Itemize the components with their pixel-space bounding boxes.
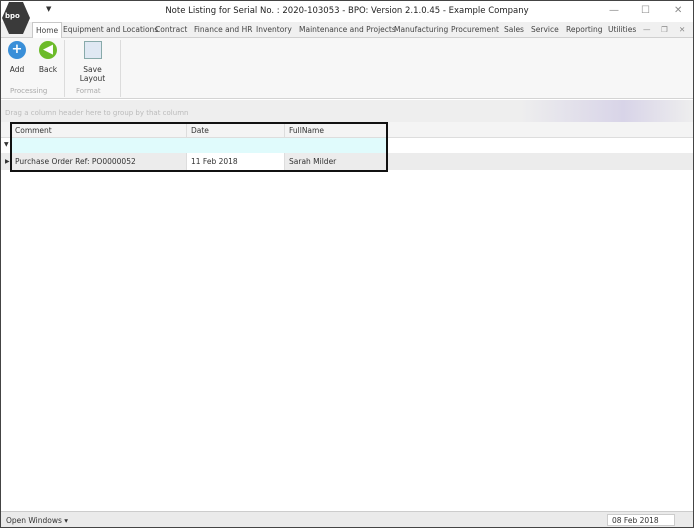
group-by-panel[interactable]: Drag a column header here to group by th… [1,100,693,122]
quick-access-dropdown[interactable]: ▼ [46,5,51,13]
tab-utilities[interactable]: Utilities [608,25,636,34]
add-icon: + [8,41,26,59]
maximize-button[interactable]: ☐ [641,5,650,16]
mdi-close-button[interactable]: ✕ [679,25,685,34]
date-field[interactable]: 08 Feb 2018 [607,514,675,526]
tab-finance-and-hr[interactable]: Finance and HR [194,25,252,34]
group-hint: Drag a column header here to group by th… [5,109,189,117]
ribbon-tabs: Home Equipment and Locations Contract Fi… [1,22,693,39]
highlight-box [10,122,388,172]
window-title: Note Listing for Serial No. : 2020-10305… [165,6,529,16]
status-bar: Open Windows ▾ 08 Feb 2018 [1,511,693,527]
filter-icon: ▼ [4,141,9,148]
tab-reporting[interactable]: Reporting [566,25,602,34]
tab-home[interactable]: Home [32,22,63,39]
ribbon: + Add ◀ Back Save Layout Processing Form… [1,38,693,99]
minimize-button[interactable]: — [609,5,619,16]
save-layout-icon [83,41,102,59]
group-processing: Processing [10,87,48,95]
tab-maintenance-and-projects[interactable]: Maintenance and Projects [299,25,396,34]
back-button[interactable]: ◀ Back [37,41,59,74]
tab-service[interactable]: Service [531,25,559,34]
tab-inventory[interactable]: Inventory [256,25,292,34]
tab-contract[interactable]: Contract [155,25,187,34]
mdi-minimize-button[interactable]: — [643,25,651,34]
title-bar: Note Listing for Serial No. : 2020-10305… [1,1,693,22]
back-label: Back [38,65,58,74]
close-button[interactable]: ✕ [674,5,682,16]
add-label: Add [9,65,25,74]
group-format: Format [76,87,101,95]
tab-sales[interactable]: Sales [504,25,524,34]
tab-manufacturing[interactable]: Manufacturing [394,25,448,34]
row-indicator-icon: ▶ [5,158,10,165]
tab-equipment-and-locations[interactable]: Equipment and Locations [63,25,158,34]
save-layout-label: Save Layout [79,65,106,83]
add-button[interactable]: + Add [7,41,27,74]
back-arrow-icon: ◀ [39,41,57,59]
tab-procurement[interactable]: Procurement [451,25,499,34]
open-windows-button[interactable]: Open Windows ▾ [6,516,68,525]
save-layout-button[interactable]: Save Layout [70,41,115,83]
mdi-restore-button[interactable]: ❐ [661,25,668,34]
